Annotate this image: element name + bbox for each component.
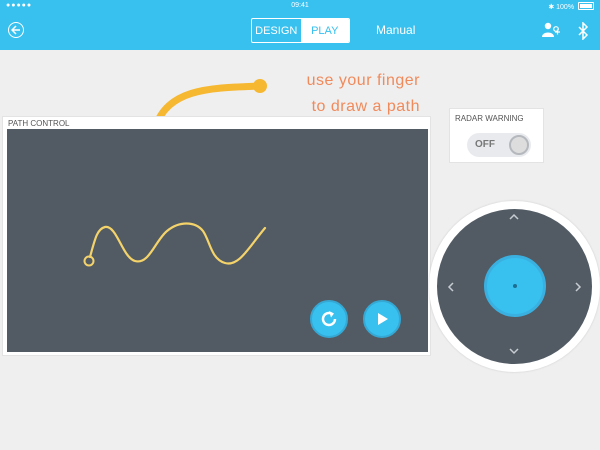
radar-warning-panel: RADAR WARNING OFF — [449, 108, 544, 163]
bluetooth-status-icon: ✱ — [548, 4, 555, 11]
chevron-right-icon — [575, 282, 582, 292]
back-icon[interactable] — [8, 22, 24, 38]
status-bar: ●●●●● 09:41 ✱ 100% — [0, 0, 600, 12]
toggle-knob — [509, 135, 529, 155]
knob-center-dot — [513, 284, 517, 288]
chevron-down-icon — [509, 348, 519, 355]
battery-percent: 100% — [556, 4, 575, 11]
joystick — [429, 201, 600, 372]
reset-button[interactable] — [310, 300, 348, 338]
battery-icon — [578, 2, 594, 10]
chevron-up-icon — [509, 213, 519, 220]
tab-design[interactable]: DESIGN — [252, 19, 301, 42]
reset-icon — [321, 311, 337, 327]
bluetooth-icon[interactable] — [577, 22, 589, 40]
users-icon[interactable] — [541, 22, 561, 38]
radar-toggle-label: OFF — [475, 139, 495, 150]
radar-warning-title: RADAR WARNING — [455, 114, 524, 123]
path-control-title: PATH CONTROL — [8, 119, 70, 128]
nav-bar: DESIGN PLAY Manual — [0, 12, 600, 50]
path-control-panel: PATH CONTROL — [2, 116, 431, 356]
play-button[interactable] — [363, 300, 401, 338]
chevron-left-icon — [447, 282, 454, 292]
play-icon — [378, 313, 388, 325]
joystick-base — [437, 209, 592, 364]
status-time: 09:41 — [291, 2, 309, 9]
joystick-knob[interactable] — [484, 255, 546, 317]
battery-indicator: ✱ 100% — [548, 2, 594, 11]
mode-switch: DESIGN PLAY — [251, 18, 350, 43]
radar-warning-toggle[interactable]: OFF — [467, 133, 531, 157]
tab-play[interactable]: PLAY — [300, 19, 349, 42]
path-drawing-canvas[interactable] — [7, 129, 428, 352]
mode-label: Manual — [376, 23, 416, 37]
